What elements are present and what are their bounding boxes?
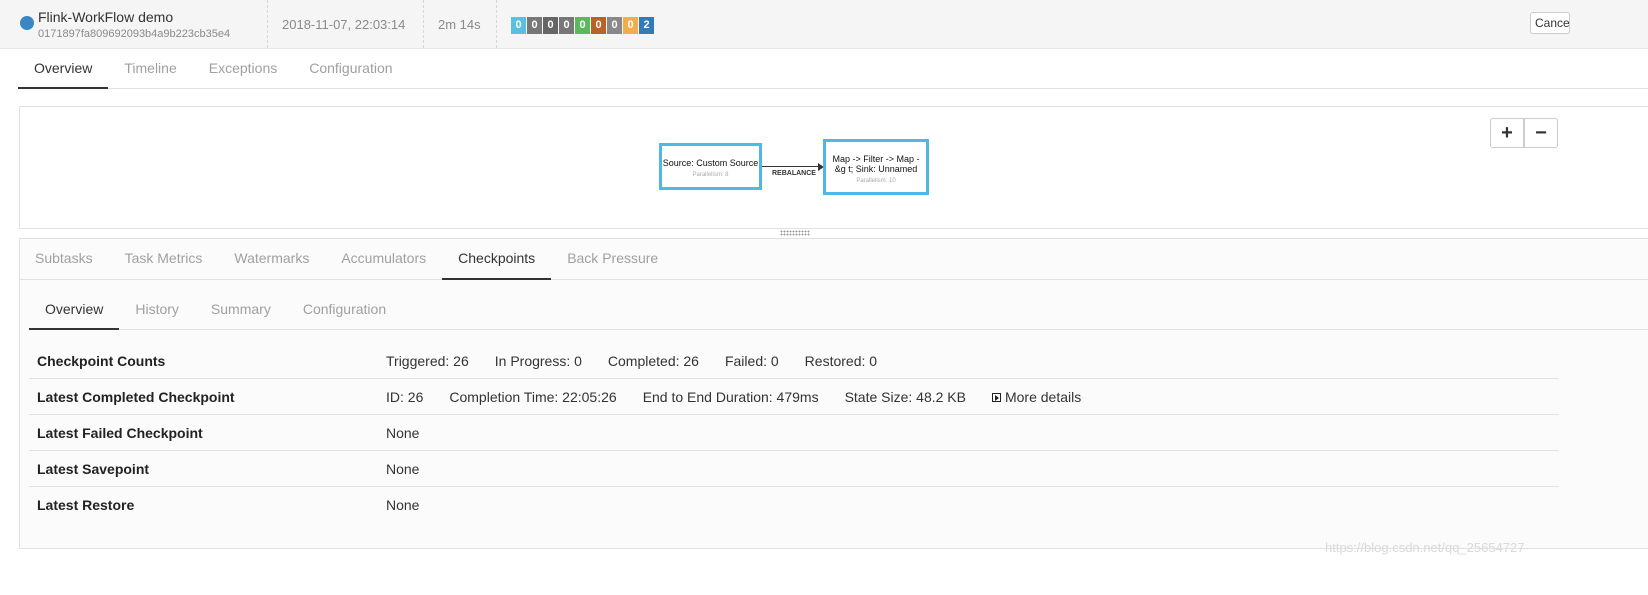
task-status-counts: 0 0 0 0 0 0 0 0 2 — [511, 17, 654, 34]
table-row: Latest Savepoint None — [29, 450, 1559, 486]
tab-watermarks[interactable]: Watermarks — [218, 238, 325, 279]
checkpoint-tabs: Overview History Summary Configuration — [29, 289, 1648, 330]
restored-count: Restored: 0 — [804, 353, 878, 369]
task-count-badge: 0 — [527, 17, 542, 34]
graph-node-source[interactable]: Source: Custom Source Parallelism: 8 — [659, 143, 762, 190]
job-name: Flink-WorkFlow demo — [38, 9, 174, 25]
more-details-link[interactable]: More details — [991, 389, 1082, 405]
job-status-icon — [20, 16, 34, 30]
graph-edge — [762, 166, 820, 167]
play-square-icon — [991, 392, 1001, 402]
node-title: Source: Custom Source — [662, 158, 759, 168]
tab-subtasks[interactable]: Subtasks — [19, 238, 109, 279]
row-label: Latest Completed Checkpoint — [37, 389, 235, 405]
row-label: Latest Failed Checkpoint — [37, 425, 203, 441]
header-divider — [423, 0, 424, 48]
tab-timeline[interactable]: Timeline — [108, 48, 192, 88]
job-header: Flink-WorkFlow demo 0171897fa809692093b4… — [0, 0, 1648, 49]
task-count-badge: 0 — [559, 17, 574, 34]
checkpoint-overview-table: Checkpoint Counts Triggered: 26 In Progr… — [29, 343, 1559, 522]
tab-back-pressure[interactable]: Back Pressure — [551, 238, 674, 279]
tab-overview[interactable]: Overview — [18, 48, 109, 89]
tab-exceptions[interactable]: Exceptions — [193, 48, 293, 88]
panel-resize-handle[interactable] — [780, 230, 810, 236]
task-count-badge: 0 — [511, 17, 526, 34]
job-duration: 2m 14s — [438, 17, 481, 32]
vertex-tabs: Subtasks Task Metrics Watermarks Accumul… — [19, 238, 1648, 280]
job-tabs: Overview Timeline Exceptions Configurati… — [18, 48, 1648, 89]
header-divider — [267, 0, 268, 48]
row-value: None — [386, 461, 420, 477]
node-parallelism: Parallelism: 10 — [856, 178, 896, 184]
tab-checkpoint-history[interactable]: History — [119, 289, 195, 329]
end-to-end-duration: End to End Duration: 479ms — [642, 389, 819, 405]
tab-checkpoints[interactable]: Checkpoints — [442, 238, 552, 280]
edge-label: REBALANCE — [772, 170, 816, 177]
failed-count: Failed: 0 — [724, 353, 779, 369]
tab-accumulators[interactable]: Accumulators — [325, 238, 442, 279]
row-value: None — [386, 425, 420, 441]
zoom-in-button[interactable]: + — [1490, 118, 1524, 148]
row-value: None — [386, 497, 420, 513]
tab-checkpoint-summary[interactable]: Summary — [195, 289, 287, 329]
tab-task-metrics[interactable]: Task Metrics — [109, 238, 219, 279]
table-row: Latest Failed Checkpoint None — [29, 414, 1559, 450]
completion-time: Completion Time: 22:05:26 — [449, 389, 617, 405]
cancel-job-button[interactable]: Cancel — [1530, 12, 1570, 34]
more-details-label: More details — [1004, 389, 1082, 405]
tab-checkpoint-configuration[interactable]: Configuration — [287, 289, 402, 329]
table-row: Latest Restore None — [29, 486, 1559, 522]
node-parallelism: Parallelism: 8 — [692, 172, 729, 178]
checkpoint-counts: Triggered: 26 In Progress: 0 Completed: … — [386, 353, 903, 369]
job-id: 0171897fa809692093b4a9b223cb35e4 — [38, 28, 231, 40]
task-count-badge: 0 — [543, 17, 558, 34]
triggered-count: Triggered: 26 — [386, 353, 469, 369]
row-label: Latest Restore — [37, 497, 135, 513]
latest-completed-values: ID: 26 Completion Time: 22:05:26 End to … — [386, 389, 1081, 405]
table-row: Latest Completed Checkpoint ID: 26 Compl… — [29, 378, 1559, 414]
node-title: Map -> Filter -> Map -&g t; Sink: Unname… — [832, 154, 920, 174]
zoom-out-button[interactable]: − — [1524, 118, 1558, 148]
tab-configuration[interactable]: Configuration — [293, 48, 408, 88]
task-count-badge: 0 — [591, 17, 606, 34]
in-progress-count: In Progress: 0 — [494, 353, 582, 369]
task-count-badge: 0 — [623, 17, 638, 34]
graph-node-sink[interactable]: Map -> Filter -> Map -&g t; Sink: Unname… — [823, 139, 929, 195]
watermark: https://blog.csdn.net/qq_25654727 — [1325, 540, 1525, 555]
state-size: State Size: 48.2 KB — [844, 389, 966, 405]
tab-checkpoint-overview[interactable]: Overview — [29, 289, 120, 330]
table-row: Checkpoint Counts Triggered: 26 In Progr… — [29, 343, 1559, 378]
completed-count: Completed: 26 — [607, 353, 699, 369]
task-count-badge: 2 — [639, 17, 654, 34]
job-start-time: 2018-11-07, 22:03:14 — [282, 17, 406, 32]
row-label: Latest Savepoint — [37, 461, 150, 477]
task-count-badge: 0 — [607, 17, 622, 34]
task-count-badge: 0 — [575, 17, 590, 34]
checkpoint-id: ID: 26 — [386, 389, 424, 405]
row-label: Checkpoint Counts — [37, 353, 166, 369]
header-divider — [496, 0, 497, 48]
